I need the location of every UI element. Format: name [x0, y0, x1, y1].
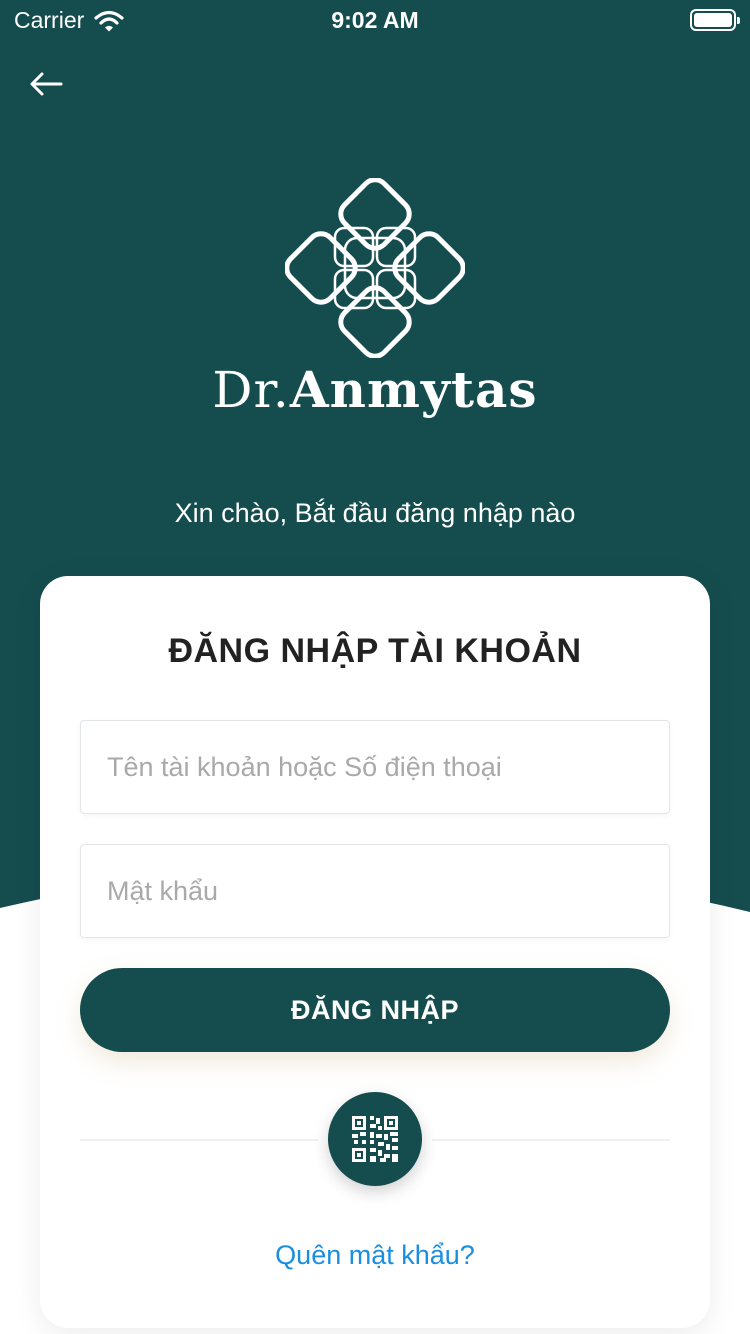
username-field[interactable] — [80, 720, 670, 814]
login-title: ĐĂNG NHẬP TÀI KHOẢN — [168, 632, 582, 670]
status-bar: Carrier 9:02 AM — [0, 0, 750, 40]
greeting-text: Xin chào, Bắt đầu đăng nhập nào — [174, 498, 576, 528]
status-time: 9:02 AM — [331, 7, 419, 33]
password-field[interactable] — [80, 844, 670, 938]
brand-title: Anmytas — [289, 360, 538, 419]
divider-left — [80, 1139, 318, 1141]
username-input[interactable] — [81, 721, 669, 813]
battery-icon — [690, 9, 740, 31]
logo-icon — [285, 178, 465, 358]
brand-prefix: Dr. — [212, 361, 290, 419]
back-button[interactable] — [22, 62, 70, 106]
back-arrow-icon — [30, 72, 63, 96]
login-button-label: ĐĂNG NHẬP — [290, 994, 459, 1025]
qr-code-icon — [352, 1116, 398, 1162]
qr-login-button[interactable] — [328, 1092, 422, 1186]
password-input[interactable] — [81, 845, 669, 937]
divider-right — [432, 1139, 670, 1141]
battery-level — [694, 13, 732, 27]
login-card: ĐĂNG NHẬP TÀI KHOẢN ĐĂNG NHẬP — [40, 576, 710, 1328]
login-button[interactable]: ĐĂNG NHẬP — [80, 968, 670, 1052]
brand-name: Dr.Anmytas — [0, 360, 750, 419]
forgot-password-link[interactable]: Quên mật khẩu? — [40, 1240, 710, 1271]
